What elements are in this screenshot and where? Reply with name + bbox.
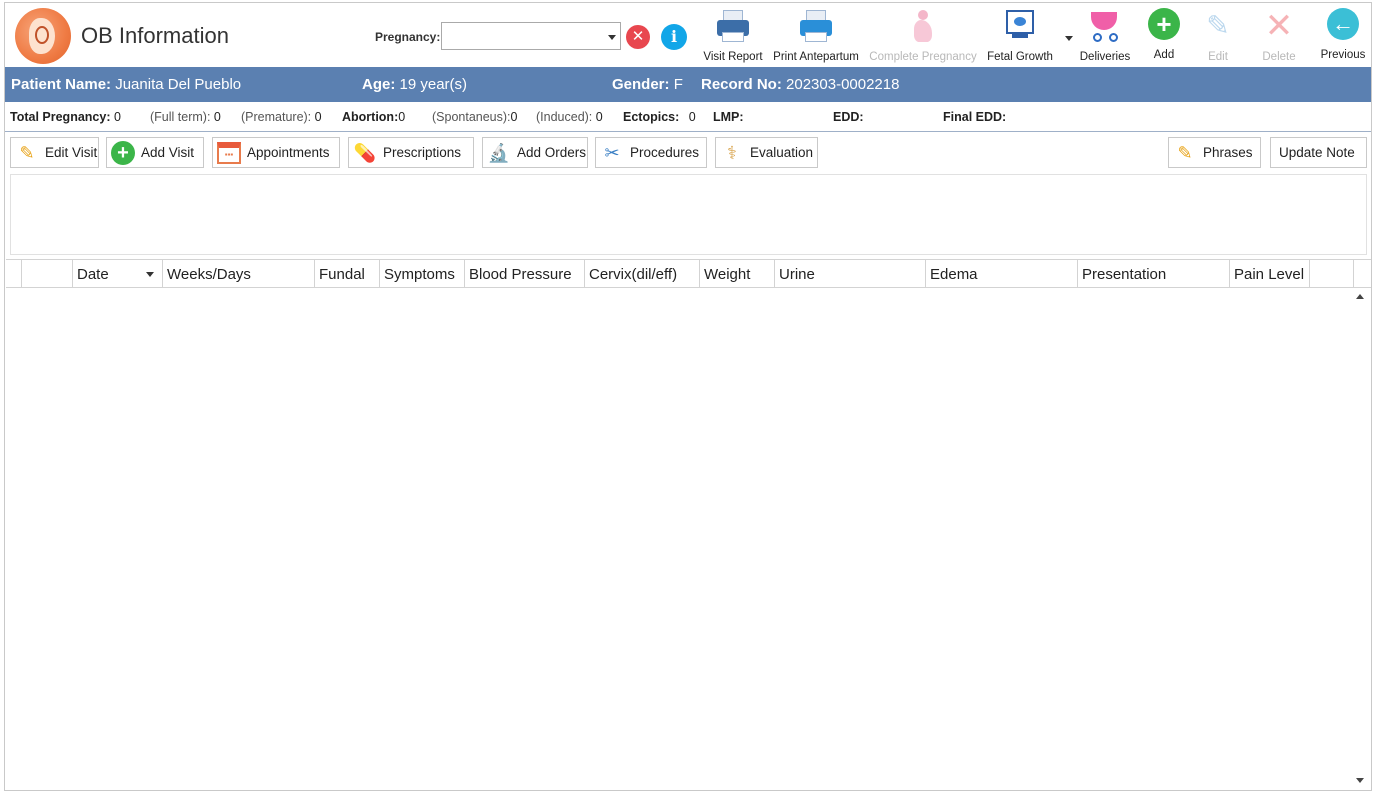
pregnancy-label: Pregnancy: bbox=[375, 30, 441, 44]
plus-circle-icon: + bbox=[111, 141, 135, 165]
sort-icon bbox=[146, 272, 154, 277]
abortion-label: Abortion: bbox=[342, 110, 399, 124]
ectopics-value: 0 bbox=[688, 110, 696, 124]
add-visit-button[interactable]: + Add Visit bbox=[106, 137, 204, 168]
row-indicator-header bbox=[6, 260, 22, 288]
patient-info-bar: Patient Name: Juanita Del Pueblo Age: 19… bbox=[5, 67, 1371, 102]
abortion-value: 0 bbox=[398, 110, 406, 124]
page-title: OB Information bbox=[81, 23, 229, 48]
ob-information-window: OB Information Pregnancy: ✕ i Visit Repo… bbox=[4, 2, 1372, 791]
visits-grid: Date Weeks/Days Fundal Symptoms Blood Pr… bbox=[6, 259, 1371, 789]
pencil-icon: ✎ bbox=[1177, 143, 1193, 163]
spontaneus-label: (Spontaneus): bbox=[432, 110, 511, 124]
scroll-up-arrow-icon[interactable] bbox=[1353, 290, 1367, 304]
column-header-extra bbox=[1310, 260, 1354, 288]
pencil-icon: ✎ bbox=[1206, 10, 1230, 41]
add-button[interactable]: + Add bbox=[1143, 5, 1185, 67]
gender-label: Gender: bbox=[612, 76, 670, 93]
column-header-blood-pressure[interactable]: Blood Pressure bbox=[465, 260, 585, 288]
premature-label: (Premature): bbox=[241, 110, 312, 124]
visit-actions-toolbar: ✎ Edit Visit + Add Visit ▪▪▪ Appointment… bbox=[5, 135, 1371, 169]
column-header-weight[interactable]: Weight bbox=[700, 260, 775, 288]
pencil-icon: ✎ bbox=[19, 143, 35, 163]
clear-pregnancy-icon[interactable]: ✕ bbox=[626, 25, 650, 49]
premature-value: 0 bbox=[314, 110, 322, 124]
column-header-fundal[interactable]: Fundal bbox=[315, 260, 380, 288]
patient-name: Juanita Del Pueblo bbox=[115, 76, 242, 93]
edd-label: EDD: bbox=[833, 110, 864, 124]
printer-icon bbox=[715, 8, 751, 44]
visit-report-button[interactable]: Visit Report bbox=[701, 5, 765, 67]
add-orders-button[interactable]: 🔬 Add Orders bbox=[482, 137, 588, 168]
calendar-icon: ▪▪▪ bbox=[217, 142, 241, 164]
pills-icon: 💊 bbox=[353, 143, 377, 163]
appointments-button[interactable]: ▪▪▪ Appointments bbox=[212, 137, 340, 168]
fetal-growth-dropdown-icon[interactable] bbox=[1065, 36, 1073, 41]
column-header-presentation[interactable]: Presentation bbox=[1078, 260, 1230, 288]
close-x-icon: ✕ bbox=[1264, 7, 1294, 45]
induced-value: 0 bbox=[595, 110, 603, 124]
print-antepartum-button[interactable]: Print Antepartum bbox=[769, 5, 863, 67]
edit-button[interactable]: ✎ Edit bbox=[1197, 5, 1239, 67]
final-edd-label: Final EDD: bbox=[943, 110, 1007, 124]
patient-name-label: Patient Name: bbox=[11, 76, 112, 93]
ectopics-label: Ectopics: bbox=[623, 110, 680, 124]
visit-note-area[interactable] bbox=[10, 174, 1367, 255]
delete-button[interactable]: ✕ Delete bbox=[1255, 5, 1303, 67]
surgical-tools-icon: ✂ bbox=[604, 143, 620, 163]
pregnancy-select[interactable] bbox=[441, 22, 621, 50]
column-header-cervix[interactable]: Cervix(dil/eff) bbox=[585, 260, 700, 288]
spontaneus-value: 0 bbox=[510, 110, 518, 124]
column-header-urine[interactable]: Urine bbox=[775, 260, 926, 288]
record-no: 202303-0002218 bbox=[786, 76, 900, 93]
doctor-icon: ⚕ bbox=[727, 143, 737, 163]
chevron-down-icon bbox=[608, 35, 616, 40]
column-header-pain-level[interactable]: Pain Level bbox=[1230, 260, 1310, 288]
microscope-icon: 🔬 bbox=[487, 143, 511, 163]
column-header-select[interactable] bbox=[22, 260, 73, 288]
lmp-label: LMP: bbox=[713, 110, 744, 124]
record-no-label: Record No: bbox=[701, 76, 782, 93]
stroller-icon bbox=[1087, 8, 1123, 44]
phrases-button[interactable]: ✎ Phrases bbox=[1168, 137, 1261, 168]
update-note-button[interactable]: Update Note bbox=[1270, 137, 1367, 168]
grid-header: Date Weeks/Days Fundal Symptoms Blood Pr… bbox=[6, 259, 1371, 288]
pregnancy-logo-icon bbox=[15, 8, 71, 64]
plus-circle-icon: + bbox=[1148, 8, 1180, 40]
pregnant-woman-icon bbox=[905, 8, 941, 44]
patient-gender: F bbox=[673, 76, 683, 93]
ultrasound-monitor-icon bbox=[1002, 8, 1038, 44]
column-header-weeks-days[interactable]: Weeks/Days bbox=[163, 260, 315, 288]
info-icon[interactable]: i bbox=[661, 24, 687, 50]
deliveries-button[interactable]: Deliveries bbox=[1075, 5, 1135, 67]
full-term-label: (Full term): bbox=[150, 110, 211, 124]
induced-label: (Induced): bbox=[536, 110, 593, 124]
previous-button[interactable]: ← Previous bbox=[1319, 5, 1367, 67]
edit-visit-button[interactable]: ✎ Edit Visit bbox=[10, 137, 99, 168]
header: OB Information Pregnancy: ✕ i Visit Repo… bbox=[5, 3, 1371, 67]
total-pregnancy-value: 0 bbox=[113, 110, 121, 124]
patient-age: 19 year(s) bbox=[399, 76, 468, 93]
scroll-down-arrow-icon[interactable] bbox=[1353, 773, 1367, 787]
column-header-edema[interactable]: Edema bbox=[926, 260, 1078, 288]
total-pregnancy-label: Total Pregnancy: bbox=[10, 110, 111, 124]
pregnancy-stats-row: Total Pregnancy: 0 (Full term): 0 (Prema… bbox=[5, 102, 1371, 132]
column-header-symptoms[interactable]: Symptoms bbox=[380, 260, 465, 288]
fetal-growth-button[interactable]: Fetal Growth bbox=[983, 5, 1057, 67]
evaluation-button[interactable]: ⚕ Evaluation bbox=[715, 137, 818, 168]
arrow-left-circle-icon: ← bbox=[1327, 8, 1359, 40]
column-header-date[interactable]: Date bbox=[73, 260, 163, 288]
full-term-value: 0 bbox=[213, 110, 221, 124]
printer-icon bbox=[798, 8, 834, 44]
age-label: Age: bbox=[362, 76, 396, 93]
procedures-button[interactable]: ✂ Procedures bbox=[595, 137, 707, 168]
complete-pregnancy-button[interactable]: Complete Pregnancy bbox=[867, 5, 979, 67]
prescriptions-button[interactable]: 💊 Prescriptions bbox=[348, 137, 474, 168]
